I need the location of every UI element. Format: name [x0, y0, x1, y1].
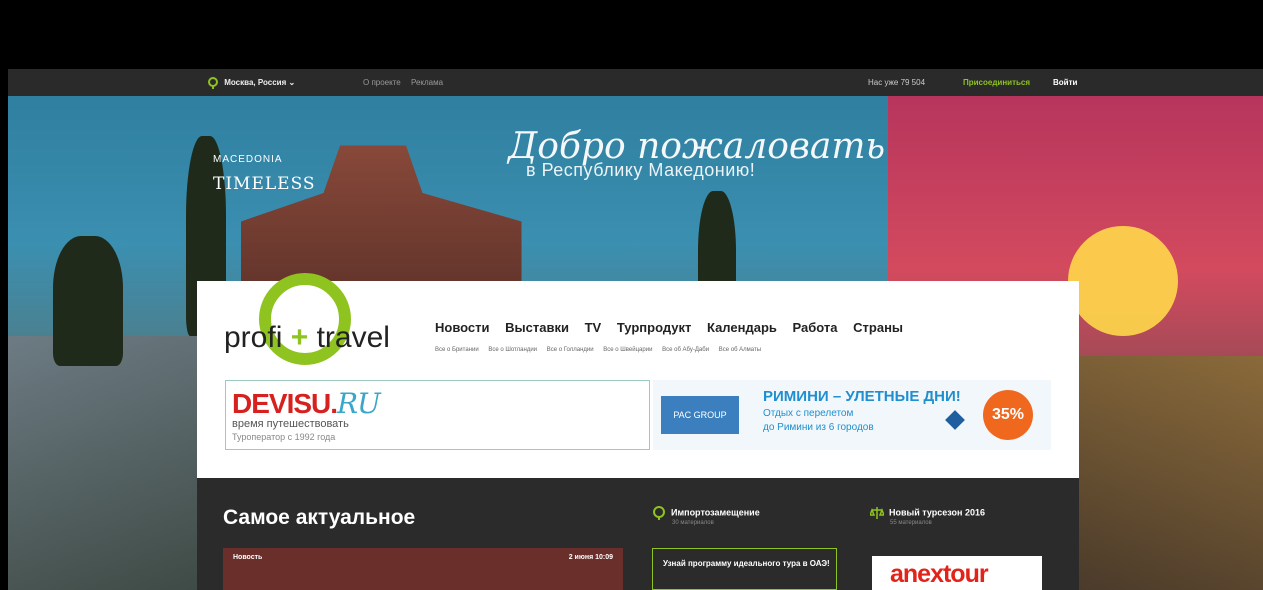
timeless-tag: TIMELESS [213, 174, 316, 194]
topic-season-title: Новый турсезон 2016 [889, 507, 985, 518]
pac-group-logo: PAC GROUP [661, 396, 739, 434]
tree-right [53, 236, 123, 366]
site-logo[interactable]: profi + travel [224, 321, 390, 355]
location-selector[interactable]: Москва, Россия ⌄ [208, 77, 295, 89]
discount-badge: 35% [983, 390, 1033, 440]
uae-promo[interactable]: Узнай программу идеального тура в ОАЭ! [652, 548, 837, 590]
subnav-link[interactable]: Все об Абу-Даби [662, 347, 709, 353]
nav-item-tv[interactable]: TV [585, 320, 602, 335]
location-pin-icon [653, 506, 665, 520]
macedonia-tag: MACEDONIA [213, 154, 283, 165]
uae-promo-text: Узнай программу идеального тура в ОАЭ! [663, 559, 830, 568]
nav-item-news[interactable]: Новости [435, 320, 490, 335]
topic-import-meta: 30 материалов [672, 520, 714, 526]
nav-item-exhibitions[interactable]: Выставки [505, 320, 569, 335]
devisu-ad[interactable]: DEVISU.RU время путешествовать Туроперат… [225, 380, 650, 450]
nav-item-tourproduct[interactable]: Турпродукт [617, 320, 692, 335]
devisu-since: Туроператор с 1992 года [232, 432, 336, 442]
rimini-ad[interactable]: PAC GROUP РИМИНИ – УЛЕТНЫЕ ДНИ! Отдых с … [653, 380, 1051, 450]
sub-nav: Все о Британии Все о Шотландии Все о Гол… [435, 347, 769, 353]
join-link[interactable]: Присоединиться [963, 78, 1030, 87]
nav-item-work[interactable]: Работа [793, 320, 838, 335]
nav-item-calendar[interactable]: Календарь [707, 320, 777, 335]
logo-plus: + [290, 321, 309, 354]
logo-right: travel [316, 321, 390, 354]
cliff-right [1068, 356, 1263, 590]
anextour-ad[interactable]: anextour [872, 556, 1042, 590]
subnav-link[interactable]: Все о Голландии [547, 347, 594, 353]
top-bar: Москва, Россия ⌄ О проекте Реклама Нас у… [8, 69, 1263, 96]
topic-season-meta: 55 материалов [890, 520, 932, 526]
main-nav: Новости Выставки TV Турпродукт Календарь… [435, 320, 915, 335]
anextour-logo: anextour [890, 560, 989, 588]
rimini-headline: РИМИНИ – УЛЕТНЫЕ ДНИ! [763, 388, 961, 405]
news-label: Новость [233, 554, 263, 561]
devisu-brand-suffix: RU [337, 387, 381, 420]
topic-import[interactable]: Импортозамещение 30 материалов [652, 506, 760, 526]
devisu-slogan: время путешествовать [232, 418, 349, 430]
topbar-links: О проекте Реклама [363, 78, 451, 87]
location-pin-icon [208, 77, 218, 89]
header-panel: profi + travel Новости Выставки TV Турпр… [197, 273, 1079, 478]
main-content: Самое актуальное Новость 2 июня 10:09 Им… [197, 478, 1079, 590]
airline-logo-icon [945, 410, 965, 430]
about-link[interactable]: О проекте [363, 78, 401, 87]
ads-link[interactable]: Реклама [411, 78, 443, 87]
subnav-link[interactable]: Все о Британии [435, 347, 479, 353]
news-date: 2 июня 10:09 [568, 554, 613, 561]
sun-icon [1068, 226, 1178, 336]
topic-season[interactable]: Новый турсезон 2016 55 материалов [868, 506, 985, 526]
subnav-link[interactable]: Все об Алматы [719, 347, 761, 353]
top-black-bar [0, 0, 1263, 69]
devisu-brand: DEVISU.RU [232, 387, 381, 420]
login-link[interactable]: Войти [1053, 78, 1077, 87]
news-card[interactable]: Новость 2 июня 10:09 [223, 548, 623, 590]
rimini-sub1: Отдых с перелетом [763, 408, 854, 419]
welcome-subtitle: в Республику Македонию! [526, 160, 756, 180]
nav-item-countries[interactable]: Страны [853, 320, 903, 335]
topic-import-title: Импортозамещение [671, 507, 760, 518]
cliff-left [8, 336, 208, 590]
chevron-down-icon: ⌄ [288, 78, 296, 88]
devisu-brand-text: DEVISU. [232, 388, 338, 419]
rimini-sub2: до Римини из 6 городов [763, 422, 874, 433]
section-heading: Самое актуальное [223, 506, 416, 529]
subnav-link[interactable]: Все о Шотландии [488, 347, 537, 353]
subnav-link[interactable]: Все о Швейцарии [603, 347, 652, 353]
scales-icon [868, 507, 886, 519]
logo-left: profi [224, 321, 283, 354]
location-label: Москва, Россия [224, 78, 287, 88]
member-count: Нас уже 79 504 [868, 78, 926, 87]
